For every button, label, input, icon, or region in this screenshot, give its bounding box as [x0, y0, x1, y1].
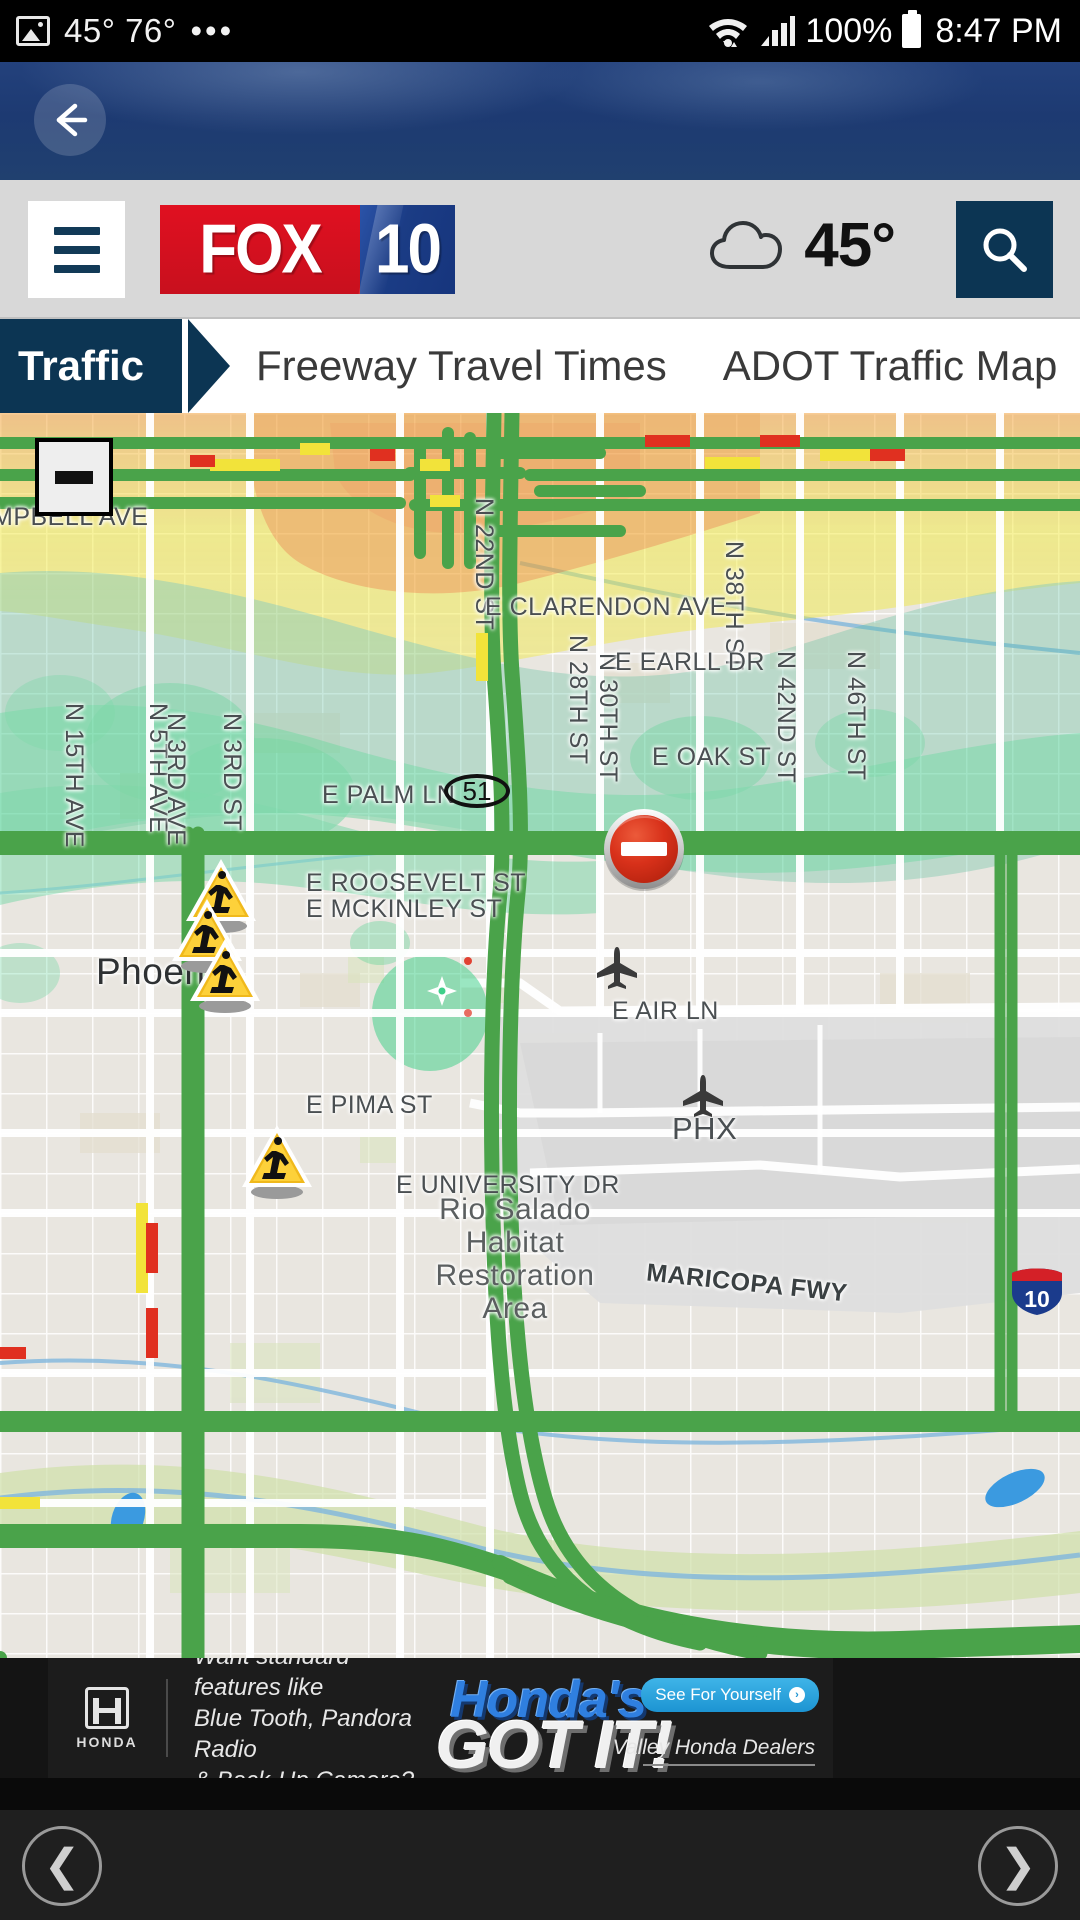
- battery-full-icon: [902, 10, 922, 48]
- screen-root: 45° 76° ••• 100% 8:47 PM FOX 10 45° Traf…: [0, 0, 1080, 1920]
- airplane-icon: [683, 1075, 723, 1117]
- ad-dealer-name: Valley Honda Dealers: [612, 1736, 815, 1759]
- map-label-n-3rd-st: N 3RD ST: [218, 713, 246, 831]
- search-button[interactable]: [956, 201, 1053, 298]
- map-label-e-air-ln: E AIR LN: [612, 997, 719, 1025]
- map-label-e-mckinley-st: E MCKINLEY ST: [306, 895, 503, 923]
- weather-temperature: 45°: [804, 211, 896, 280]
- cloud-icon: [710, 220, 783, 269]
- map-label-n-42nd-st: N 42ND ST: [772, 651, 800, 784]
- map-label-e-oak-st: E OAK ST: [652, 743, 772, 771]
- map-label-e-pima-st: E PIMA ST: [306, 1091, 433, 1119]
- previous-article-button[interactable]: ❮: [22, 1826, 102, 1906]
- map-label-rio-salado-park: Rio Salado Habitat Restoration Area: [400, 1193, 630, 1325]
- status-clock: 8:47 PM: [935, 11, 1062, 50]
- logo-fox-block: FOX: [160, 205, 360, 294]
- tab-adot-traffic-map[interactable]: ADOT Traffic Map: [695, 342, 1080, 390]
- ad-cta-label: See For Yourself: [655, 1685, 781, 1704]
- section-tabs: Traffic Freeway Travel Times ADOT Traffi…: [0, 319, 1080, 413]
- ad-hero-block: Honda's GOT IT! See For Yourself › Valle…: [436, 1658, 833, 1778]
- ad-copy-line-1: Want standard features like: [194, 1658, 350, 1701]
- map-label-n-15th-ave: N 15TH AVE: [60, 703, 88, 848]
- map-label-e-palm-ln: E PALM LN: [322, 781, 456, 809]
- map-label-n-46th-st: N 46TH ST: [842, 651, 870, 781]
- interstate-10-shield-icon: 10: [1012, 1268, 1062, 1315]
- minus-icon: [55, 470, 93, 484]
- next-article-button[interactable]: ❯: [978, 1826, 1058, 1906]
- search-icon: [983, 228, 1027, 272]
- tab-active-pointer: [188, 319, 230, 413]
- app-header: [0, 62, 1080, 180]
- advertisement-banner[interactable]: HONDA Want standard features like Blue T…: [48, 1658, 833, 1778]
- ad-cta-button[interactable]: See For Yourself ›: [641, 1678, 819, 1712]
- construction-warning-icon[interactable]: [186, 935, 264, 1013]
- status-bar-left: 45° 76° •••: [0, 12, 234, 50]
- park-line-2: Habitat: [465, 1226, 565, 1259]
- tab-freeway-travel-times[interactable]: Freeway Travel Times: [228, 342, 695, 390]
- park-line-3: Restoration: [435, 1259, 595, 1292]
- map-zoom-out-button[interactable]: [35, 438, 113, 516]
- tabs-scroll-container[interactable]: Freeway Travel Times ADOT Traffic Map We…: [228, 319, 1080, 413]
- chevron-left-icon: ❮: [43, 1841, 81, 1890]
- honda-h-logo-icon: [85, 1686, 129, 1729]
- map-label-n-28th-st: N 28TH ST: [564, 635, 592, 765]
- weather-widget[interactable]: 45°: [708, 210, 896, 281]
- map-label-e-clarendon-ave: E CLARENDON AVE: [485, 593, 727, 621]
- logo-fox-text: FOX: [199, 210, 322, 289]
- honda-brand-block: HONDA: [48, 1658, 166, 1778]
- ad-left-gutter: [0, 1658, 48, 1778]
- tabs-overflow-fade: [1056, 319, 1080, 413]
- highway-badge-51: 51: [444, 774, 510, 808]
- interstate-shield-number: 10: [1024, 1286, 1050, 1312]
- ad-dealer-underline: [643, 1764, 815, 1766]
- signal-bars-icon: [761, 16, 796, 46]
- site-navigation-bar: FOX 10 45°: [0, 180, 1080, 319]
- construction-warning-icon[interactable]: [238, 1121, 316, 1199]
- status-overflow-icon: •••: [190, 12, 235, 49]
- ad-bottom-gutter: [0, 1778, 1080, 1810]
- logo-10-block: 10: [360, 205, 455, 294]
- arrow-left-icon: [56, 103, 88, 137]
- ad-copy-line-3: & Back-Up Camera?: [194, 1765, 436, 1779]
- tab-traffic[interactable]: Traffic: [0, 319, 183, 413]
- status-bar-right: 100% 8:47 PM: [707, 10, 1080, 51]
- ad-copy-text: Want standard features like Blue Tooth, …: [168, 1658, 436, 1778]
- traffic-map[interactable]: MPBELL AVE N 22ND ST E CLARENDON AVE N 3…: [0, 413, 1080, 1658]
- tab-traffic-label: Traffic: [18, 342, 145, 389]
- image-icon: [16, 16, 50, 46]
- battery-percentage: 100%: [805, 11, 893, 50]
- bottom-navigation-bar: ❮ ❯: [0, 1810, 1080, 1920]
- park-line-4: Area: [482, 1292, 548, 1325]
- map-label-e-roosevelt-st: E ROOSEVELT ST: [306, 869, 527, 897]
- map-center-crosshair-icon: [427, 976, 457, 1006]
- park-line-1: Rio Salado: [439, 1193, 591, 1226]
- road-closed-icon[interactable]: [600, 805, 688, 893]
- honda-wordmark: HONDA: [76, 1733, 138, 1750]
- map-label-e-earll-dr: E EARLL DR: [615, 648, 765, 676]
- highway-badge-51-text: 51: [462, 775, 492, 806]
- android-status-bar: 45° 76° ••• 100% 8:47 PM: [0, 0, 1080, 62]
- chevron-right-icon: ❯: [999, 1841, 1037, 1890]
- back-button[interactable]: [34, 84, 106, 156]
- chevron-right-icon: ›: [789, 1687, 805, 1703]
- map-label-n-3rd-ave: N 3RD AVE: [162, 713, 190, 847]
- ad-right-gutter: [833, 1658, 1080, 1778]
- airplane-icon: [597, 947, 637, 989]
- ad-copy-line-2: Blue Tooth, Pandora Radio: [194, 1704, 412, 1763]
- fox10-logo[interactable]: FOX 10: [160, 205, 455, 294]
- hamburger-menu-icon[interactable]: [28, 201, 125, 298]
- status-temperatures: 45° 76°: [64, 12, 177, 49]
- wifi-icon: [709, 19, 748, 47]
- logo-10-text: 10: [375, 210, 442, 289]
